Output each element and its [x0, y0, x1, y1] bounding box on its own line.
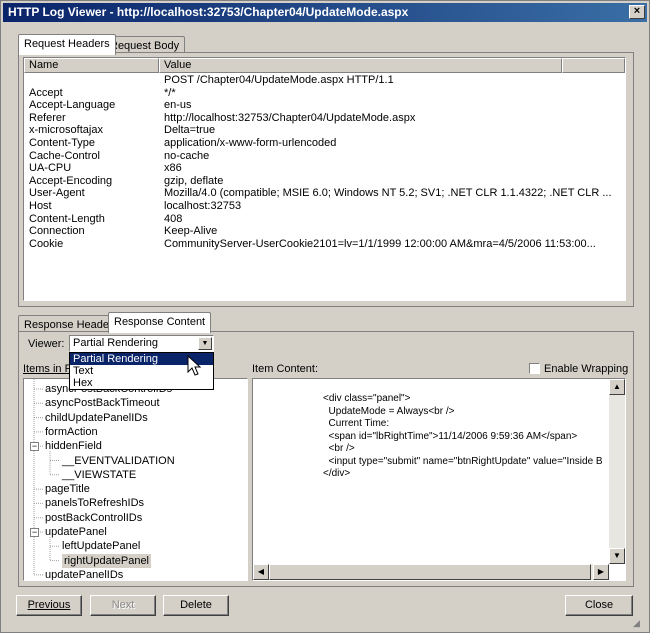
tree-node[interactable]: asyncPostBackTimeout — [45, 396, 160, 410]
column-header-spacer — [562, 58, 625, 73]
scroll-right-icon[interactable]: ▶ — [593, 564, 609, 580]
collapse-icon[interactable]: − — [30, 528, 39, 537]
tree-node[interactable]: panelsToRefreshIDs — [45, 496, 144, 510]
header-row-value[interactable]: application/x-www-form-urlencoded — [164, 137, 624, 150]
header-row-name[interactable]: Content-Length — [29, 213, 157, 226]
collapse-icon[interactable]: − — [30, 442, 39, 452]
tab-response-content[interactable]: Response Content — [108, 312, 212, 333]
tree-node[interactable]: leftUpdatePanel — [62, 539, 140, 553]
header-row-value[interactable]: 408 — [164, 213, 624, 226]
header-row-value[interactable]: */* — [164, 87, 624, 100]
delete-button[interactable]: Delete — [163, 595, 229, 616]
header-row-name[interactable]: Accept-Encoding — [29, 175, 157, 188]
header-row-value[interactable]: Delta=true — [164, 124, 624, 137]
viewer-label: Viewer: — [28, 338, 65, 350]
mouse-cursor-icon — [187, 355, 202, 376]
scroll-left-icon[interactable]: ◀ — [253, 564, 269, 580]
header-row-value[interactable]: http://localhost:32753/Chapter04/UpdateM… — [164, 112, 624, 125]
header-row-value[interactable]: CommunityServer-UserCookie2101=lv=1/1/19… — [164, 238, 624, 251]
scroll-down-icon[interactable]: ▼ — [609, 548, 625, 564]
tree-node[interactable]: updatePanelIDs — [45, 568, 123, 580]
header-row-name[interactable]: Content-Type — [29, 137, 157, 150]
tree-node[interactable]: formAction — [45, 425, 98, 439]
tree-node[interactable]: updatePanel — [45, 525, 107, 539]
close-button[interactable]: Close — [565, 595, 633, 616]
tree-node[interactable]: childUpdatePanelIDs — [45, 411, 148, 425]
header-row-value[interactable]: localhost:32753 — [164, 200, 624, 213]
tree-node[interactable]: postBackControlIDs — [45, 511, 142, 525]
item-content-label: Item Content: — [252, 363, 319, 375]
items-tree[interactable]: asyncPostBackControlIDsasyncPostBackTime… — [23, 378, 248, 581]
header-row-name[interactable]: Accept-Language — [29, 99, 157, 112]
viewer-select[interactable]: Partial Rendering ▼ — [69, 335, 214, 352]
header-row-value[interactable]: Mozilla/4.0 (compatible; MSIE 6.0; Windo… — [164, 187, 624, 200]
request-headers-list[interactable]: Name Value POST /Chapter04/UpdateMode.as… — [23, 57, 626, 301]
header-row-name[interactable]: User-Agent — [29, 187, 157, 200]
header-row-name[interactable]: Cookie — [29, 238, 157, 251]
tab-request-body[interactable]: Request Body — [104, 36, 186, 53]
item-content-text: <div class="panel"> UpdateMode = Always<… — [323, 393, 603, 479]
column-header-value[interactable]: Value — [159, 58, 562, 73]
tree-node[interactable]: rightUpdatePanel — [62, 553, 152, 568]
header-row-name[interactable]: x-microsoftajax — [29, 124, 157, 137]
tree-node[interactable]: hiddenField — [45, 439, 102, 453]
header-row-value[interactable]: gzip, deflate — [164, 175, 624, 188]
http-log-viewer-window: HTTP Log Viewer - http://localhost:32753… — [0, 0, 650, 633]
resize-grip-icon[interactable]: ◢ — [633, 618, 647, 632]
window-title: HTTP Log Viewer - http://localhost:32753… — [8, 5, 409, 19]
chevron-down-icon[interactable]: ▼ — [198, 337, 212, 350]
previous-button[interactable]: Previous — [16, 595, 82, 616]
header-row-value[interactable]: POST /Chapter04/UpdateMode.aspx HTTP/1.1 — [164, 74, 624, 87]
header-row-value[interactable]: x86 — [164, 162, 624, 175]
column-header-name[interactable]: Name — [24, 58, 159, 73]
header-row-name[interactable]: Host — [29, 200, 157, 213]
tab-request-headers[interactable]: Request Headers — [18, 34, 116, 55]
enable-wrapping-checkbox[interactable] — [529, 363, 540, 374]
viewer-option-hex[interactable]: Hex — [70, 377, 213, 389]
item-content-pane[interactable]: <div class="panel"> UpdateMode = Always<… — [252, 378, 626, 581]
header-row-name[interactable]: Cache-Control — [29, 150, 157, 163]
header-row-name[interactable]: Referer — [29, 112, 157, 125]
header-row-name[interactable]: UA-CPU — [29, 162, 157, 175]
header-row-name[interactable] — [29, 74, 157, 87]
vertical-scrollbar[interactable]: ▲ ▼ — [609, 379, 625, 564]
close-icon[interactable]: × — [629, 5, 645, 19]
header-row-name[interactable]: Accept — [29, 87, 157, 100]
enable-wrapping-label: Enable Wrapping — [544, 363, 629, 375]
header-row-value[interactable]: no-cache — [164, 150, 624, 163]
next-button[interactable]: Next — [90, 595, 156, 616]
header-row-value[interactable]: en-us — [164, 99, 624, 112]
header-row-value[interactable]: Keep-Alive — [164, 225, 624, 238]
tree-node[interactable]: __EVENTVALIDATION — [62, 454, 175, 468]
tree-node[interactable]: pageTitle — [45, 482, 90, 496]
header-row-name[interactable]: Connection — [29, 225, 157, 238]
tree-node[interactable]: __VIEWSTATE — [62, 468, 136, 482]
viewer-selected-value: Partial Rendering — [73, 337, 158, 349]
scroll-up-icon[interactable]: ▲ — [609, 379, 625, 395]
title-bar: HTTP Log Viewer - http://localhost:32753… — [3, 3, 647, 22]
horizontal-scroll-thumb[interactable] — [269, 564, 591, 580]
horizontal-scrollbar[interactable]: ◀ ▶ — [253, 564, 609, 580]
